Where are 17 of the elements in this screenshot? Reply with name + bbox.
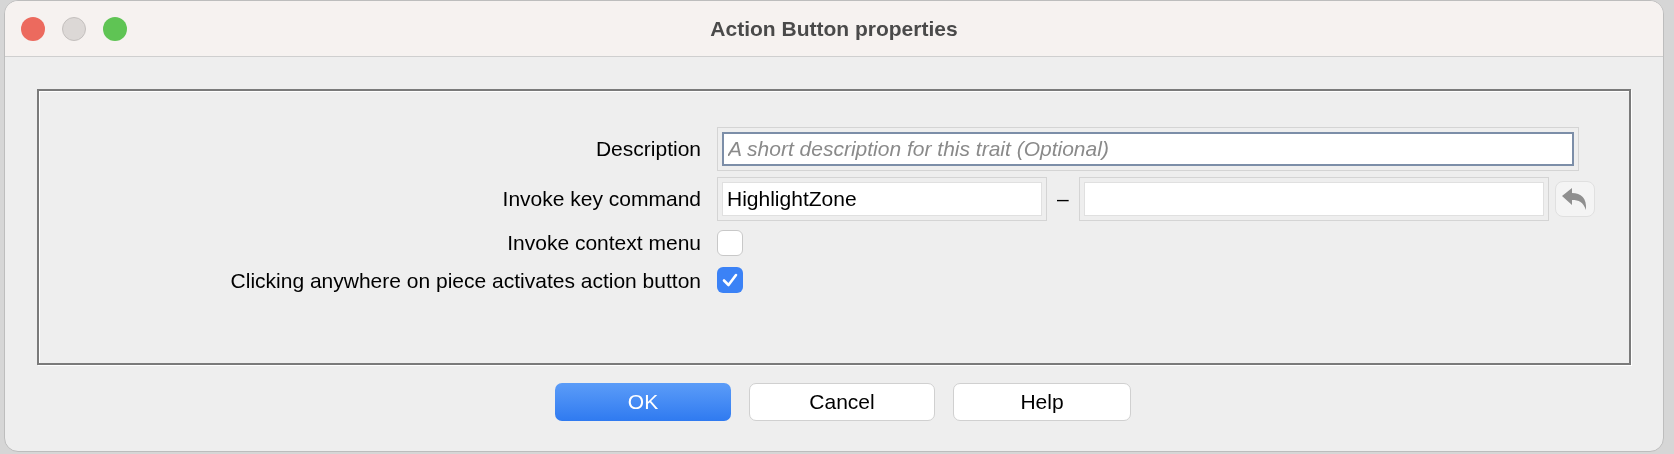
close-button[interactable] xyxy=(21,16,45,41)
checkbox[interactable] xyxy=(717,229,743,256)
key-command-field[interactable]: HighlightZone xyxy=(722,182,1042,216)
dialog-button[interactable]: Cancel xyxy=(749,383,935,421)
window-title: Action Button properties xyxy=(710,15,958,42)
field-label: Invoke key command xyxy=(502,186,701,213)
minimize-button[interactable] xyxy=(62,16,86,41)
dialog-button[interactable]: Help xyxy=(953,383,1131,421)
undo-button[interactable] xyxy=(1554,181,1595,217)
zoom-button[interactable] xyxy=(103,16,127,41)
field-label: Description xyxy=(595,136,701,163)
separator-text: – xyxy=(1057,186,1069,213)
checkbox[interactable] xyxy=(717,267,743,294)
key-field[interactable] xyxy=(1083,182,1544,216)
back-arrow-icon xyxy=(1560,186,1589,212)
field-label: Invoke context menu xyxy=(507,230,701,256)
field-label: Clicking anywhere on piece activates action button xyxy=(230,267,701,294)
